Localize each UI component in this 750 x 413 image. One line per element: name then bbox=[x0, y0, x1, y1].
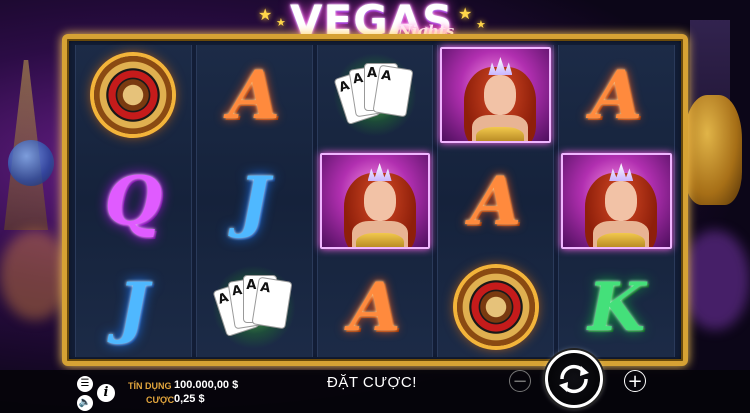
symbol-cards: AAAA bbox=[318, 45, 433, 145]
lady-portrait bbox=[440, 47, 552, 143]
roulette-wheel-icon bbox=[94, 56, 173, 134]
symbol-q: Q bbox=[76, 151, 191, 251]
reel-3: AAAAA bbox=[316, 45, 434, 357]
star-icon: ★ bbox=[458, 6, 473, 23]
reels-frame: QJAJAAAAAAAAAAAK bbox=[62, 34, 688, 366]
symbol-letter: J bbox=[238, 162, 270, 240]
lady-portrait bbox=[561, 153, 672, 249]
lady-top bbox=[476, 127, 525, 141]
symbol-roulette bbox=[438, 257, 553, 357]
decrease-bet-button[interactable]: − bbox=[509, 370, 531, 392]
symbol-cards: AAAA bbox=[197, 257, 312, 357]
reel-2: AJ AAAA bbox=[195, 45, 313, 357]
lion-statue-decoration bbox=[684, 95, 742, 205]
symbol-lady bbox=[559, 151, 674, 251]
symbol-letter: Q bbox=[104, 162, 163, 240]
lady-face bbox=[605, 181, 638, 221]
playing-cards-icon: AAAA bbox=[333, 63, 414, 127]
roulette-wheel-icon bbox=[456, 268, 535, 346]
bottom-bar: ☰ 🔈 i TÍN DỤNG 100.000,00 $ CƯỢC 0,25 $ … bbox=[0, 370, 750, 413]
lady-face bbox=[363, 181, 396, 221]
star-icon: ★ bbox=[258, 7, 273, 24]
credit-label: TÍN DỤNG bbox=[128, 381, 172, 391]
balloon-decoration bbox=[8, 140, 54, 186]
sound-icon[interactable]: 🔈 bbox=[77, 395, 93, 411]
spin-button[interactable] bbox=[545, 350, 603, 408]
symbol-letter: K bbox=[587, 268, 646, 346]
reel-1: QJ bbox=[75, 45, 192, 357]
symbol-letter: A bbox=[349, 268, 401, 346]
menu-icon[interactable]: ☰ bbox=[77, 376, 93, 392]
star-icon: ★ bbox=[476, 19, 486, 31]
symbol-letter: A bbox=[590, 56, 643, 134]
game-stage: ★ ★ ★ ★ VEGAS Nights QJAJAAAAAAAAAAAK ☰ … bbox=[0, 0, 750, 413]
reel-4: A bbox=[437, 45, 555, 357]
playing-card: A bbox=[372, 64, 414, 118]
spin-icon bbox=[559, 364, 589, 394]
info-icon[interactable]: i bbox=[97, 384, 115, 402]
symbol-a: A bbox=[318, 257, 433, 357]
symbol-roulette bbox=[76, 45, 191, 145]
credit-value: 100.000,00 $ bbox=[174, 379, 239, 391]
symbol-k: K bbox=[559, 257, 674, 357]
symbol-a: A bbox=[197, 45, 312, 145]
lady-crown bbox=[488, 57, 513, 75]
city-light bbox=[0, 230, 70, 320]
bet-label: CƯỢC bbox=[146, 395, 175, 405]
symbol-lady bbox=[318, 151, 433, 251]
playing-card: A bbox=[251, 276, 293, 330]
bet-value: 0,25 $ bbox=[174, 393, 205, 405]
lady-portrait bbox=[319, 153, 431, 249]
symbol-letter: A bbox=[228, 56, 280, 134]
lady-face bbox=[484, 75, 517, 115]
lady-crown bbox=[367, 163, 392, 181]
increase-bet-button[interactable]: + bbox=[624, 370, 646, 392]
reel-5: AK bbox=[558, 45, 675, 357]
lady-top bbox=[597, 233, 646, 247]
symbol-a: A bbox=[559, 45, 674, 145]
symbol-lady bbox=[438, 45, 553, 145]
bet-message: ĐẶT CƯỢC! bbox=[327, 374, 417, 391]
symbol-letter: A bbox=[470, 162, 522, 240]
symbol-j: J bbox=[76, 257, 191, 357]
symbol-a: A bbox=[438, 151, 553, 251]
lady-top bbox=[355, 233, 404, 247]
playing-cards-icon: AAAA bbox=[212, 275, 293, 339]
star-icon: ★ bbox=[276, 17, 286, 29]
reels-grid: QJAJAAAAAAAAAAAK bbox=[75, 45, 675, 357]
symbol-j: J bbox=[197, 151, 312, 251]
symbol-letter: J bbox=[117, 268, 150, 346]
city-light bbox=[680, 230, 750, 330]
lady-crown bbox=[609, 163, 634, 181]
